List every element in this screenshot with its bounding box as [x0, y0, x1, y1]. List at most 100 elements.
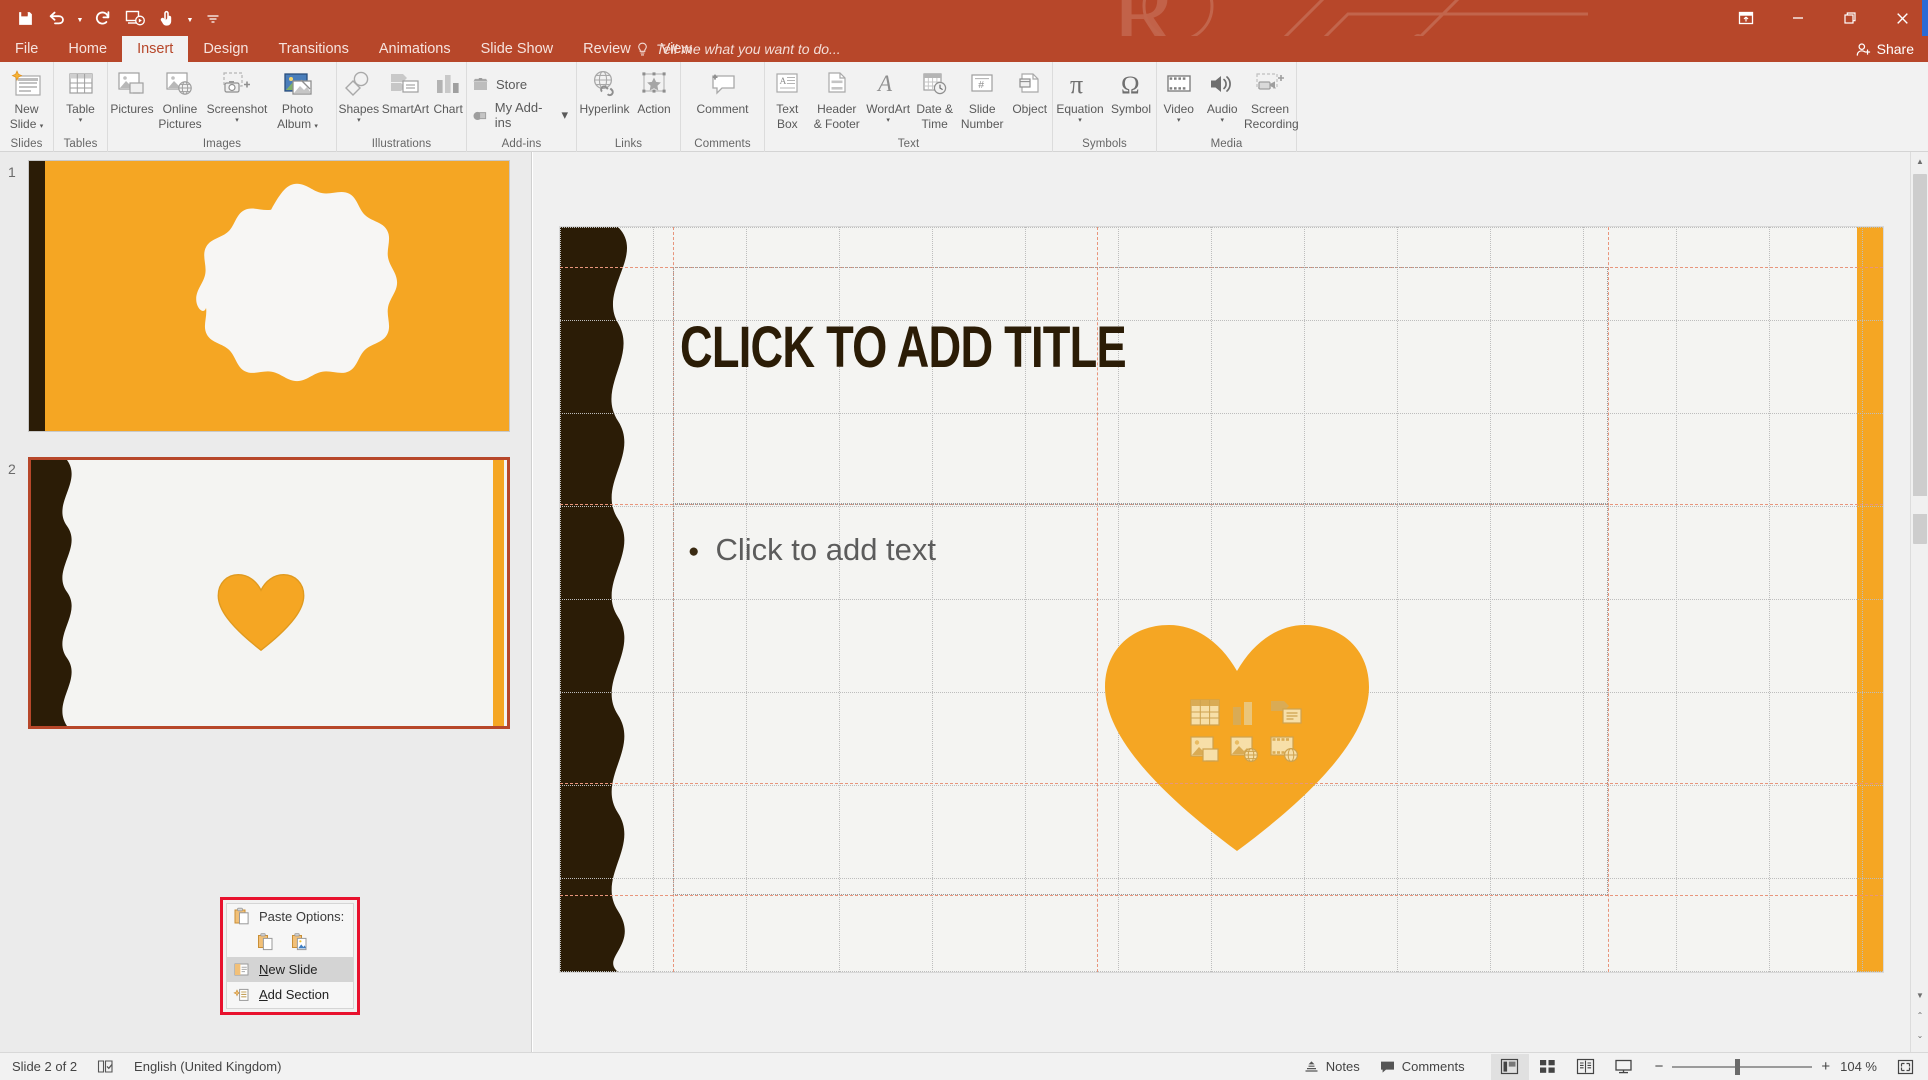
add-section-menu-item[interactable]: Add Section: [227, 982, 353, 1007]
minimize-button[interactable]: [1772, 0, 1824, 36]
undo-dropdown-caret[interactable]: ▼: [74, 3, 86, 33]
zoom-track[interactable]: [1672, 1058, 1813, 1075]
scroll-page-button[interactable]: [1911, 496, 1928, 514]
slide-thumbnail-pane[interactable]: 1 2 Paste Options: New Slide Add Section: [0, 152, 532, 1064]
fit-slide-button[interactable]: [1887, 1054, 1924, 1080]
thumbnail-frame-1[interactable]: [28, 160, 510, 432]
tab-file[interactable]: File: [0, 36, 53, 62]
vertical-scrollbar[interactable]: ▲ ▼ ⌃ ⌄ ⊡: [1910, 152, 1928, 1064]
audio-button[interactable]: Audio ▾: [1201, 62, 1245, 136]
touch-mode-icon[interactable]: [152, 3, 182, 33]
new-slide-label-2: Slide ▾: [9, 117, 44, 131]
scroll-down-button[interactable]: ▼: [1911, 986, 1928, 1004]
object-button[interactable]: Object: [1007, 62, 1052, 136]
comments-button[interactable]: Comments: [1370, 1054, 1475, 1080]
slide-number-button[interactable]: # Slide Number: [957, 62, 1007, 136]
paste-context-menu[interactable]: Paste Options: New Slide Add Section: [226, 903, 354, 1009]
wordart-button[interactable]: A WordArt ▾: [864, 62, 912, 136]
photo-album-button[interactable]: Photo Album ▾: [270, 62, 325, 136]
status-bar: Slide 2 of 2 English (United Kingdom) No…: [0, 1052, 1928, 1080]
body-placeholder[interactable]: ● Click to add text: [673, 504, 1608, 895]
paste-picture-icon[interactable]: [287, 930, 313, 954]
title-placeholder[interactable]: CLICK TO ADD TITLE: [673, 267, 1608, 504]
tell-me-search[interactable]: Tell me what you want to do...: [636, 36, 841, 62]
zoom-in-button[interactable]: +: [1821, 1058, 1830, 1075]
new-slide-button[interactable]: New Slide ▾: [0, 62, 53, 136]
slide-editor-area[interactable]: CLICK TO ADD TITLE ● Click to add text: [533, 152, 1910, 1064]
wordart-dropdown-caret[interactable]: ▾: [886, 116, 890, 125]
customize-qat-icon[interactable]: [198, 3, 228, 33]
language-indicator[interactable]: English (United Kingdom): [124, 1054, 291, 1080]
action-button[interactable]: Action: [632, 62, 676, 136]
header-footer-button[interactable]: Header & Footer: [810, 62, 864, 136]
table-dropdown-caret[interactable]: ▾: [79, 116, 83, 125]
hyperlink-label: Hyperlink: [579, 102, 630, 116]
slide-sorter-view-button[interactable]: [1529, 1054, 1567, 1080]
zoom-slider[interactable]: − +: [1655, 1058, 1831, 1075]
slide-show-button[interactable]: [1605, 1054, 1643, 1080]
next-slide-button[interactable]: ⌄: [1911, 1026, 1928, 1044]
share-button[interactable]: Share: [1856, 36, 1914, 62]
tab-insert[interactable]: Insert: [122, 36, 189, 62]
my-addins-label: My Add-ins: [494, 100, 543, 130]
tab-animations[interactable]: Animations: [364, 36, 466, 62]
shapes-dropdown-caret[interactable]: ▾: [357, 116, 361, 125]
equation-button[interactable]: π Equation ▾: [1053, 62, 1107, 136]
normal-view-button[interactable]: [1490, 1053, 1529, 1080]
video-dropdown-caret[interactable]: ▾: [1177, 116, 1181, 125]
header-footer-label-1: Header: [817, 102, 857, 116]
smartart-button[interactable]: SmartArt: [381, 62, 431, 136]
previous-slide-button[interactable]: ⌃: [1911, 1006, 1928, 1024]
screenshot-dropdown-caret[interactable]: ▾: [235, 116, 239, 125]
ribbon-display-options-button[interactable]: [1720, 0, 1772, 36]
save-icon[interactable]: [10, 3, 40, 33]
online-pictures-button[interactable]: Online Pictures: [156, 62, 204, 136]
thumbnail-slide-1[interactable]: 1: [0, 160, 520, 450]
redo-icon[interactable]: [88, 3, 118, 33]
close-button[interactable]: [1876, 0, 1928, 36]
tab-design[interactable]: Design: [188, 36, 263, 62]
restore-button[interactable]: [1824, 0, 1876, 36]
chart-button[interactable]: Chart: [430, 62, 466, 136]
symbol-button[interactable]: Ω Symbol: [1107, 62, 1155, 136]
scroll-up-button[interactable]: ▲: [1911, 152, 1928, 170]
hyperlink-button[interactable]: Hyperlink: [577, 62, 632, 136]
pictures-button[interactable]: Pictures: [108, 62, 156, 136]
touch-mode-dropdown-caret[interactable]: ▼: [184, 3, 196, 33]
table-button[interactable]: Table ▾: [54, 62, 107, 136]
svg-text:R: R: [1118, 0, 1180, 36]
my-addins-button[interactable]: My Add-ins ▾: [467, 100, 576, 130]
current-slide[interactable]: CLICK TO ADD TITLE ● Click to add text: [560, 227, 1883, 972]
comment-button[interactable]: Comment: [681, 62, 764, 136]
tab-home[interactable]: Home: [53, 36, 122, 62]
thumbnail-slide-2[interactable]: 2: [0, 457, 520, 747]
notes-button[interactable]: Notes: [1294, 1054, 1370, 1080]
paste-use-destination-theme-icon[interactable]: [253, 930, 279, 954]
scroll-thumb[interactable]: [1913, 174, 1927, 544]
text-box-button[interactable]: A Text Box: [765, 62, 810, 136]
my-addins-dropdown-caret[interactable]: ▾: [561, 107, 568, 123]
equation-dropdown-caret[interactable]: ▾: [1078, 116, 1082, 125]
zoom-knob[interactable]: [1735, 1058, 1741, 1075]
zoom-out-button[interactable]: −: [1655, 1058, 1664, 1075]
tab-transitions[interactable]: Transitions: [263, 36, 363, 62]
tab-slide-show[interactable]: Slide Show: [466, 36, 569, 62]
screenshot-button[interactable]: Screenshot ▾: [204, 62, 270, 136]
undo-icon[interactable]: [42, 3, 72, 33]
shapes-button[interactable]: Shapes ▾: [337, 62, 381, 136]
audio-dropdown-caret[interactable]: ▾: [1220, 116, 1224, 125]
slide-indicator[interactable]: Slide 2 of 2: [2, 1054, 87, 1080]
video-button[interactable]: Video ▾: [1157, 62, 1201, 136]
reading-view-button[interactable]: [1567, 1054, 1605, 1080]
screen-recording-button[interactable]: Screen Recording: [1244, 62, 1299, 136]
slide1-scalloped-circle: [196, 183, 398, 382]
date-time-button[interactable]: Date & Time: [912, 62, 957, 136]
tab-review[interactable]: Review: [568, 36, 646, 62]
new-slide-menu-item[interactable]: New Slide: [227, 957, 353, 982]
group-label-tables: Tables: [63, 138, 98, 150]
spellcheck-button[interactable]: [87, 1054, 124, 1080]
zoom-level[interactable]: 104 %: [1830, 1054, 1887, 1080]
thumbnail-frame-2[interactable]: [28, 457, 510, 729]
store-button[interactable]: Store: [467, 72, 576, 96]
start-slideshow-icon[interactable]: [120, 3, 150, 33]
